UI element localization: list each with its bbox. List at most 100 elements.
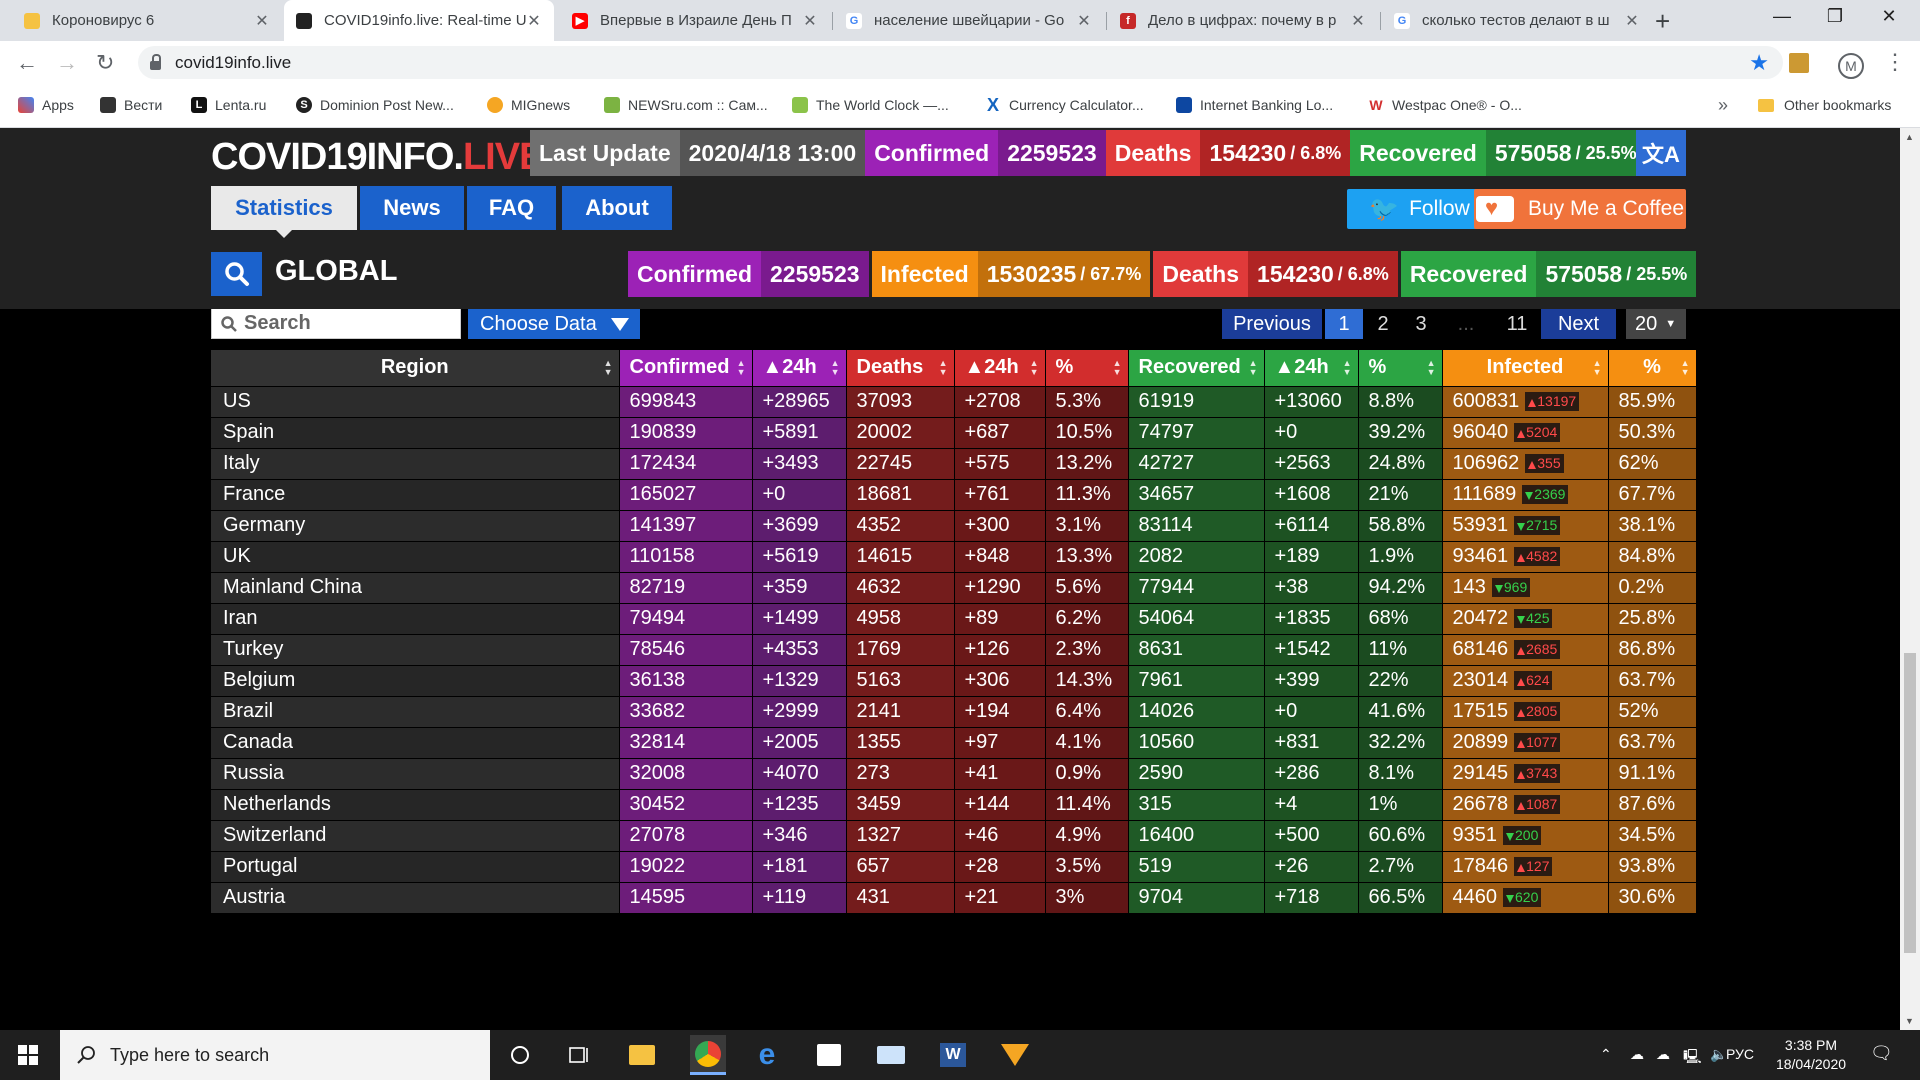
pdf-extension-icon[interactable] (1789, 53, 1809, 73)
column-header-confirmed-24h[interactable]: ▲24h ▲ ▼ (752, 350, 847, 387)
close-tab-icon[interactable]: ✕ (1076, 11, 1092, 31)
table-row[interactable]: Austria 14595 +119 431 +21 3% 9704 +718 66.5% 446… (211, 882, 1697, 914)
app-icon[interactable] (1000, 1040, 1030, 1070)
table-row[interactable]: Portugal 19022 +181 657 +28 3.5% 519 +26 2.7% 178… (211, 851, 1697, 883)
table-row[interactable]: Brazil 33682 +2999 2141 +194 6.4% 14026 +0 41.6%… (211, 696, 1697, 728)
table-row[interactable]: Spain 190839 +5891 20002 +687 10.5% 74797 +0 39.… (211, 417, 1697, 449)
twitter-follow-button[interactable]: 🐦 Follow (1347, 189, 1492, 229)
browser-tab-active[interactable]: COVID19info.live: Real-time U ✕ (284, 0, 554, 41)
maximize-icon[interactable]: ❐ (1820, 6, 1850, 27)
scroll-down-icon[interactable]: ▼ (1905, 1016, 1914, 1026)
bookmark-newsru[interactable]: NEWSru.com :: Сам... (604, 97, 768, 113)
mail-icon[interactable] (876, 1040, 906, 1070)
nav-faq[interactable]: FAQ (467, 186, 556, 230)
taskbar-search-input[interactable]: Type here to search (60, 1030, 490, 1080)
buy-coffee-button[interactable]: Buy Me a Coffee (1474, 189, 1686, 229)
nav-about[interactable]: About (562, 186, 672, 230)
browser-tab[interactable]: G сколько тестов делают в ш ✕ (1382, 0, 1652, 41)
volume-icon[interactable]: 🔈 (1710, 1046, 1727, 1063)
close-tab-icon[interactable]: ✕ (1350, 11, 1366, 31)
browser-tab[interactable]: G население швейцарии - Go ✕ (834, 0, 1104, 41)
bookmark-mignews[interactable]: MIGnews (487, 97, 570, 113)
windows-start-icon[interactable] (18, 1045, 38, 1065)
browser-tab[interactable]: Коронови­рус 6 ✕ (12, 0, 282, 41)
scrollbar-thumb[interactable] (1904, 653, 1916, 953)
nav-news[interactable]: News (360, 186, 464, 230)
pagination-previous[interactable]: Previous (1222, 309, 1322, 339)
choose-data-dropdown[interactable]: Choose Data (468, 309, 640, 339)
table-row[interactable]: Netherlands 30452 +1235 3459 +144 11.4% 315 +4 1… (211, 789, 1697, 821)
pagination-page-1[interactable]: 1 (1325, 309, 1363, 339)
new-tab-button[interactable]: + (1655, 6, 1670, 37)
bookmark-apps[interactable]: Apps (18, 97, 74, 113)
close-tab-icon[interactable]: ✕ (254, 11, 270, 31)
column-header-recovered-pct[interactable]: % ▲ ▼ (1358, 350, 1443, 387)
translate-icon[interactable]: 文A (1636, 130, 1686, 176)
table-row[interactable]: Canada 32814 +2005 1355 +97 4.1% 10560 +831 32.2… (211, 727, 1697, 759)
chrome-icon[interactable] (690, 1035, 726, 1075)
table-row[interactable]: Switzerland 27078 +346 1327 +46 4.9% 16400 +500… (211, 820, 1697, 852)
column-header-infected[interactable]: Infected ▲ ▼ (1442, 350, 1609, 387)
close-window-icon[interactable]: ✕ (1874, 6, 1904, 27)
region-search-button[interactable] (211, 252, 262, 296)
bookmark-currency[interactable]: X Currency Calculator... (985, 95, 1144, 115)
taskbar-clock[interactable]: 3:38 PM 18/04/2020 (1766, 1036, 1856, 1074)
close-tab-icon[interactable]: ✕ (802, 11, 818, 31)
table-row[interactable]: Italy 172434 +3493 22745 +575 13.2% 42727 +2563… (211, 448, 1697, 480)
chrome-menu-icon[interactable]: ⋮ (1884, 49, 1906, 75)
table-row[interactable]: Belgium 36138 +1329 5163 +306 14.3% 7961 +399 22… (211, 665, 1697, 697)
bookmark-vesti[interactable]: Вести (100, 97, 162, 113)
network-icon[interactable]: 🖳 (1683, 1046, 1702, 1070)
table-row[interactable]: Mainland China 82719 +359 4632 +1290 5.6% 7794… (211, 572, 1697, 604)
page-scrollbar[interactable]: ▲ ▼ (1900, 128, 1920, 1030)
table-row[interactable]: Germany 141397 +3699 4352 +300 3.1% 83114 +6114… (211, 510, 1697, 542)
word-icon[interactable]: W (938, 1040, 968, 1070)
file-explorer-icon[interactable] (627, 1040, 657, 1070)
site-logo[interactable]: COVID19INFO.LIVE (211, 136, 544, 179)
reload-icon[interactable]: ↻ (96, 50, 114, 76)
bookmark-worldclock[interactable]: The World Clock —... (792, 97, 949, 113)
column-header-confirmed[interactable]: Confirmed ▲ ▼ (619, 350, 753, 387)
notifications-icon[interactable]: 🗨 (1870, 1043, 1893, 1064)
bookmark-westpac[interactable]: W Westpac One® - O... (1368, 97, 1522, 113)
bookmark-lenta[interactable]: L Lenta.ru (191, 97, 266, 113)
other-bookmarks[interactable]: Other bookmarks (1758, 97, 1891, 113)
table-row[interactable]: Russia 32008 +4070 273 +41 0.9% 2590 +286 8.1% 29… (211, 758, 1697, 790)
browser-tab[interactable]: f Дело в цифрах: почему в р ✕ (1108, 0, 1378, 41)
onedrive-icon[interactable]: ☁ (1656, 1046, 1670, 1063)
edge-icon[interactable]: e (752, 1038, 782, 1071)
back-icon[interactable]: ← (16, 50, 38, 76)
minimize-icon[interactable]: — (1767, 6, 1797, 27)
bookmark-dominion[interactable]: S Dominion Post New... (296, 97, 454, 113)
pagination-page-last[interactable]: 11 (1497, 309, 1537, 339)
nav-statistics[interactable]: Statistics (211, 186, 357, 238)
url-input[interactable]: covid19info.live ★ (138, 46, 1783, 79)
table-row[interactable]: UK 110158 +5619 14615 +848 13.3% 2082 +189 1.9% 9… (211, 541, 1697, 573)
cortana-icon[interactable] (505, 1040, 535, 1070)
bookmarks-overflow-button[interactable]: » (1718, 95, 1728, 116)
column-header-recovered[interactable]: Recovered ▲ ▼ (1128, 350, 1265, 387)
column-header-deaths-24h[interactable]: ▲24h ▲ ▼ (954, 350, 1046, 387)
browser-tab[interactable]: ▶ Впервые в Израиле День П ✕ (560, 0, 830, 41)
column-header-deaths[interactable]: Deaths ▲ ▼ (846, 350, 955, 387)
table-row[interactable]: Turkey 78546 +4353 1769 +126 2.3% 8631 +1542 11%… (211, 634, 1697, 666)
close-tab-icon[interactable]: ✕ (526, 11, 542, 31)
table-row[interactable]: US 699843 +28965 37093 +2708 5.3% 61919 +13060 8… (211, 386, 1697, 418)
search-input[interactable]: Search (211, 309, 461, 339)
bookmark-star-icon[interactable]: ★ (1749, 50, 1769, 76)
onedrive-icon[interactable]: ☁ (1630, 1046, 1644, 1063)
rows-per-page-select[interactable]: 20 ▼ (1626, 309, 1686, 339)
table-row[interactable]: Iran 79494 +1499 4958 +89 6.2% 54064 +1835 68% 20… (211, 603, 1697, 635)
tray-chevron-icon[interactable]: ⌃ (1600, 1046, 1612, 1063)
column-header-deaths-pct[interactable]: % ▲ ▼ (1045, 350, 1129, 387)
pagination-page-3[interactable]: 3 (1403, 309, 1439, 339)
forward-icon[interactable]: → (56, 50, 78, 76)
scroll-up-icon[interactable]: ▲ (1905, 132, 1914, 142)
table-row[interactable]: France 165027 +0 18681 +761 11.3% 34657 +1608 21… (211, 479, 1697, 511)
column-header-region[interactable]: Region ▲ ▼ (211, 350, 620, 387)
profile-avatar[interactable]: M (1838, 53, 1864, 79)
bookmark-banking[interactable]: Internet Banking Lo... (1176, 97, 1333, 113)
pagination-next[interactable]: Next (1541, 309, 1616, 339)
column-header-infected-pct[interactable]: % ▲ ▼ (1608, 350, 1697, 387)
task-view-icon[interactable] (565, 1040, 595, 1070)
